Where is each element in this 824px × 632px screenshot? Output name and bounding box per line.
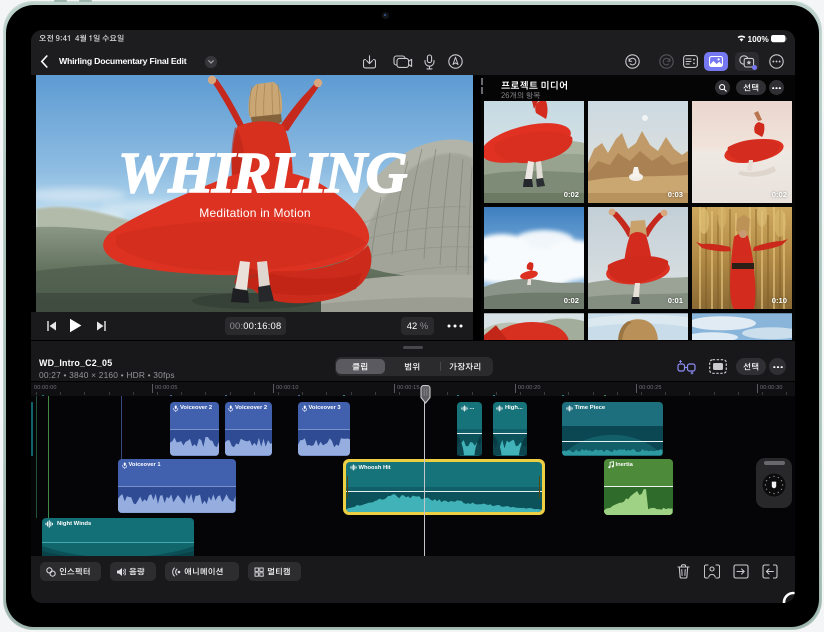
svg-text:Meditation in Motion: Meditation in Motion	[199, 206, 310, 220]
svg-text:WHIRLING: WHIRLING	[118, 140, 407, 205]
